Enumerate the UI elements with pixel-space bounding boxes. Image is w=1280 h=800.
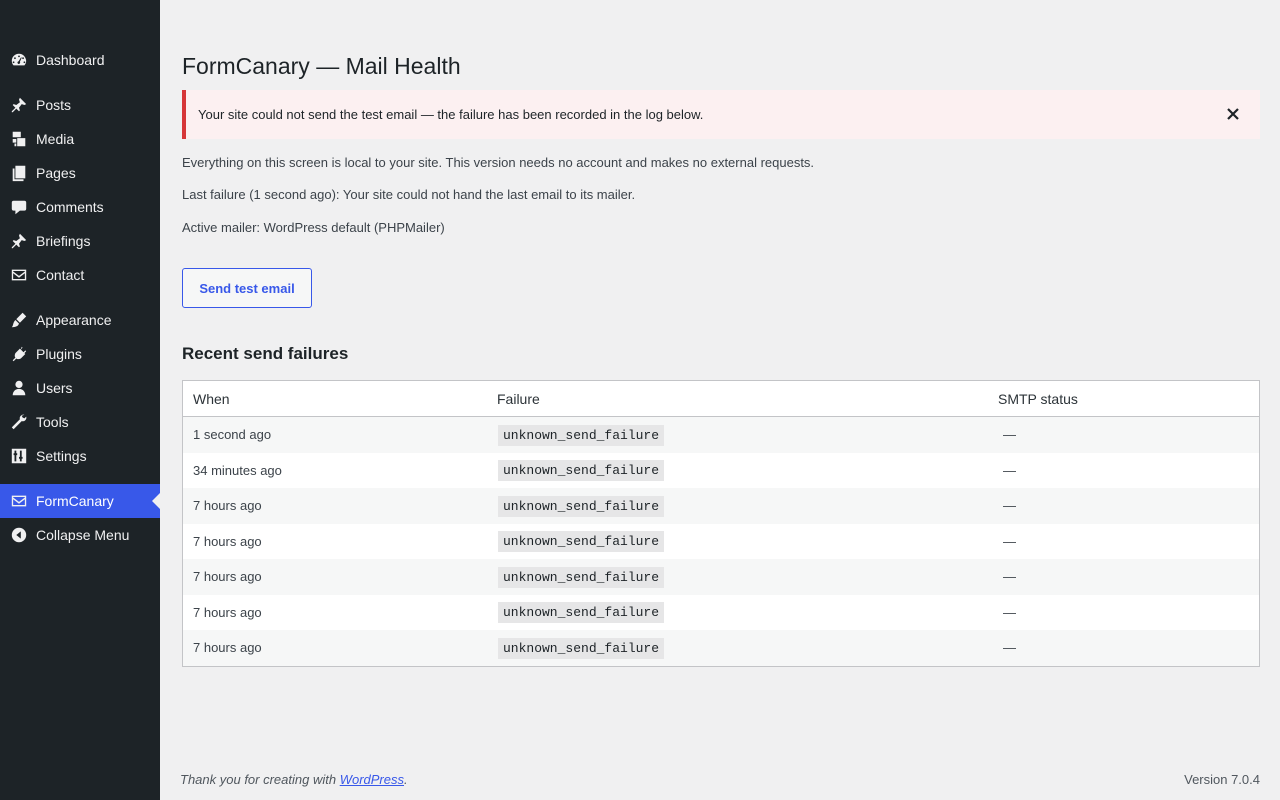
- cell-failure-code: unknown_send_failure: [498, 424, 665, 446]
- section-title: Recent send failures: [182, 344, 349, 363]
- table-row: 7 hours ago unknown_send_failure —: [183, 488, 1259, 524]
- dashboard-icon: [9, 50, 29, 70]
- collapse-menu-button[interactable]: Collapse Menu: [0, 518, 160, 552]
- cell-failure-code: unknown_send_failure: [498, 531, 665, 553]
- table-body: 1 second ago unknown_send_failure — 34 m…: [183, 417, 1259, 666]
- cell-smtp-status: —: [1003, 533, 1016, 549]
- footer-version: Version 7.0.4: [1184, 772, 1260, 787]
- table-header: When Failure SMTP status: [183, 381, 1259, 417]
- sidebar-item-users[interactable]: Users: [0, 371, 160, 405]
- sidebar-item-label: Contact: [36, 267, 85, 283]
- sidebar-item-formcanary[interactable]: FormCanary: [0, 484, 160, 518]
- sidebar-item-label: Users: [36, 380, 73, 396]
- cell-smtp-status: —: [1003, 640, 1016, 656]
- brush-icon: [9, 310, 29, 330]
- cell-failure-code: unknown_send_failure: [498, 637, 665, 659]
- admin-sidebar: Dashboard Posts Media Pages Comments Bri…: [0, 0, 160, 800]
- cell-smtp-status: —: [1003, 604, 1016, 620]
- last-failure-text: Last failure (1 second ago): Your site c…: [182, 187, 636, 202]
- footer-thanks-prefix: Thank you for creating with: [180, 772, 340, 787]
- sidebar-item-label: Media: [36, 131, 75, 147]
- dismiss-notice-button[interactable]: [1224, 105, 1242, 123]
- cell-when: 7 hours ago: [193, 533, 262, 549]
- sidebar-item-label: Settings: [36, 448, 87, 464]
- wrench-icon: [9, 412, 29, 432]
- sidebar-item-pages[interactable]: Pages: [0, 156, 160, 190]
- sidebar-item-briefings[interactable]: Briefings: [0, 224, 160, 258]
- column-header-smtp-status: SMTP status: [998, 390, 1078, 407]
- cell-smtp-status: —: [1003, 569, 1016, 585]
- plug-icon: [9, 344, 29, 364]
- sidebar-item-media[interactable]: Media: [0, 122, 160, 156]
- sidebar-item-dashboard[interactable]: Dashboard: [0, 43, 160, 77]
- cell-when: 7 hours ago: [193, 604, 262, 620]
- sidebar-item-label: Posts: [36, 97, 72, 113]
- sidebar-item-label: Tools: [36, 414, 69, 430]
- cell-when: 34 minutes ago: [193, 462, 282, 478]
- sidebar-item-label: Pages: [36, 165, 76, 181]
- cell-smtp-status: —: [1003, 498, 1016, 514]
- cell-when: 7 hours ago: [193, 498, 262, 514]
- sidebar-item-label: Plugins: [36, 346, 82, 362]
- error-notice: Your site could not send the test email …: [182, 90, 1260, 139]
- pin-icon: [9, 231, 29, 251]
- table-row: 1 second ago unknown_send_failure —: [183, 417, 1259, 453]
- column-header-when: When: [193, 390, 230, 407]
- collapse-arrow-icon: [9, 525, 29, 545]
- send-test-email-button[interactable]: Send test email: [182, 268, 312, 308]
- local-info-text: Everything on this screen is local to yo…: [182, 155, 815, 170]
- user-icon: [9, 378, 29, 398]
- sidebar-item-comments[interactable]: Comments: [0, 190, 160, 224]
- cell-smtp-status: —: [1003, 427, 1016, 443]
- cell-when: 7 hours ago: [193, 569, 262, 585]
- sidebar-item-label: Collapse Menu: [36, 527, 130, 543]
- failures-table: When Failure SMTP status 1 second ago un…: [182, 380, 1260, 667]
- notice-text: Your site could not send the test email …: [198, 107, 704, 122]
- cell-smtp-status: —: [1003, 462, 1016, 478]
- table-row: 7 hours ago unknown_send_failure —: [183, 630, 1259, 666]
- admin-menu: Dashboard Posts Media Pages Comments Bri…: [0, 0, 160, 552]
- cell-when: 1 second ago: [193, 427, 272, 443]
- close-icon: [1227, 108, 1239, 120]
- envelope-icon: [9, 491, 29, 511]
- wordpress-link[interactable]: WordPress: [340, 772, 404, 787]
- table-row: 7 hours ago unknown_send_failure —: [183, 594, 1259, 630]
- table-row: 34 minutes ago unknown_send_failure —: [183, 452, 1259, 488]
- footer-thanks: Thank you for creating with WordPress.: [180, 772, 408, 787]
- cell-failure-code: unknown_send_failure: [498, 602, 665, 624]
- column-header-failure: Failure: [497, 390, 540, 407]
- cell-failure-code: unknown_send_failure: [498, 495, 665, 517]
- envelope-icon: [9, 265, 29, 285]
- sidebar-item-label: Dashboard: [36, 52, 105, 68]
- table-row: 7 hours ago unknown_send_failure —: [183, 559, 1259, 595]
- footer-thanks-suffix: .: [404, 772, 408, 787]
- sidebar-item-settings[interactable]: Settings: [0, 439, 160, 473]
- page-title: FormCanary — Mail Health: [182, 53, 461, 79]
- cell-failure-code: unknown_send_failure: [498, 566, 665, 588]
- pages-icon: [9, 163, 29, 183]
- sidebar-item-label: Appearance: [36, 312, 112, 328]
- sidebar-item-tools[interactable]: Tools: [0, 405, 160, 439]
- sidebar-item-appearance[interactable]: Appearance: [0, 303, 160, 337]
- sidebar-item-contact[interactable]: Contact: [0, 258, 160, 292]
- sidebar-item-posts[interactable]: Posts: [0, 88, 160, 122]
- media-icon: [9, 129, 29, 149]
- comment-icon: [9, 197, 29, 217]
- sidebar-item-plugins[interactable]: Plugins: [0, 337, 160, 371]
- table-row: 7 hours ago unknown_send_failure —: [183, 523, 1259, 559]
- sliders-icon: [9, 446, 29, 466]
- cell-when: 7 hours ago: [193, 640, 262, 656]
- active-mailer-text: Active mailer: WordPress default (PHPMai…: [182, 220, 445, 235]
- cell-failure-code: unknown_send_failure: [498, 460, 665, 482]
- sidebar-item-label: Briefings: [36, 233, 91, 249]
- sidebar-item-label: FormCanary: [36, 493, 114, 509]
- sidebar-item-label: Comments: [36, 199, 104, 215]
- pin-icon: [9, 95, 29, 115]
